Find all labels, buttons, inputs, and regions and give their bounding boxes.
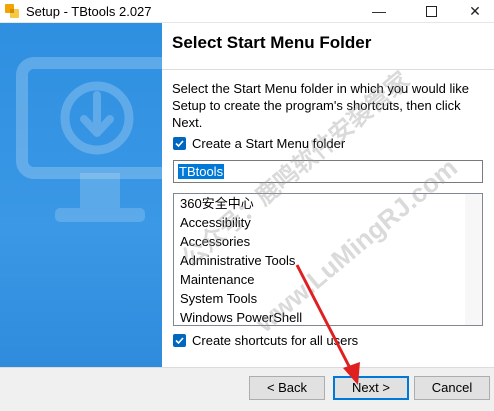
create-folder-checkbox[interactable]: Create a Start Menu folder [173,136,345,154]
footer-divider [0,367,494,368]
page-title: Select Start Menu Folder [172,33,372,52]
wizard-content: Select Start Menu Folder Select the Star… [162,23,494,367]
minimize-icon: — [372,3,386,19]
close-icon: ✕ [469,3,481,19]
next-button[interactable]: Next > [333,376,409,400]
folder-list[interactable]: 360安全中心 Accessibility Accessories Admini… [173,193,483,326]
list-item[interactable]: System Tools [174,289,482,308]
folder-name-input[interactable]: TBtools [173,160,483,183]
list-scrollbar[interactable] [465,194,482,325]
list-item[interactable]: 360安全中心 [174,194,482,213]
checkmark-icon [173,137,186,151]
page-description: Select the Start Menu folder in which yo… [172,81,469,130]
title-bar: Setup - TBtools 2.027 — ✕ [0,0,494,23]
maximize-icon [425,5,437,17]
list-item[interactable]: Accessibility [174,213,482,232]
list-item[interactable]: Administrative Tools [174,251,482,270]
window-title: Setup - TBtools 2.027 [26,4,152,19]
checkmark-icon [173,334,186,348]
wizard-banner [0,23,162,367]
list-item[interactable]: Windows PowerShell [174,308,482,325]
back-button[interactable]: < Back [249,376,325,400]
cancel-button[interactable]: Cancel [414,376,490,400]
minimize-button[interactable]: — [356,0,402,22]
app-icon [5,4,19,18]
list-item[interactable]: Accessories [174,232,482,251]
create-folder-label: Create a Start Menu folder [192,136,346,151]
header-divider [162,69,494,70]
close-button[interactable]: ✕ [452,0,494,22]
list-item[interactable]: Maintenance [174,270,482,289]
maximize-button[interactable] [408,0,454,22]
all-users-checkbox[interactable]: Create shortcuts for all users [173,333,358,351]
folder-name-value: TBtools [178,164,225,179]
install-monitor-icon [16,57,162,222]
all-users-label: Create shortcuts for all users [192,333,359,348]
